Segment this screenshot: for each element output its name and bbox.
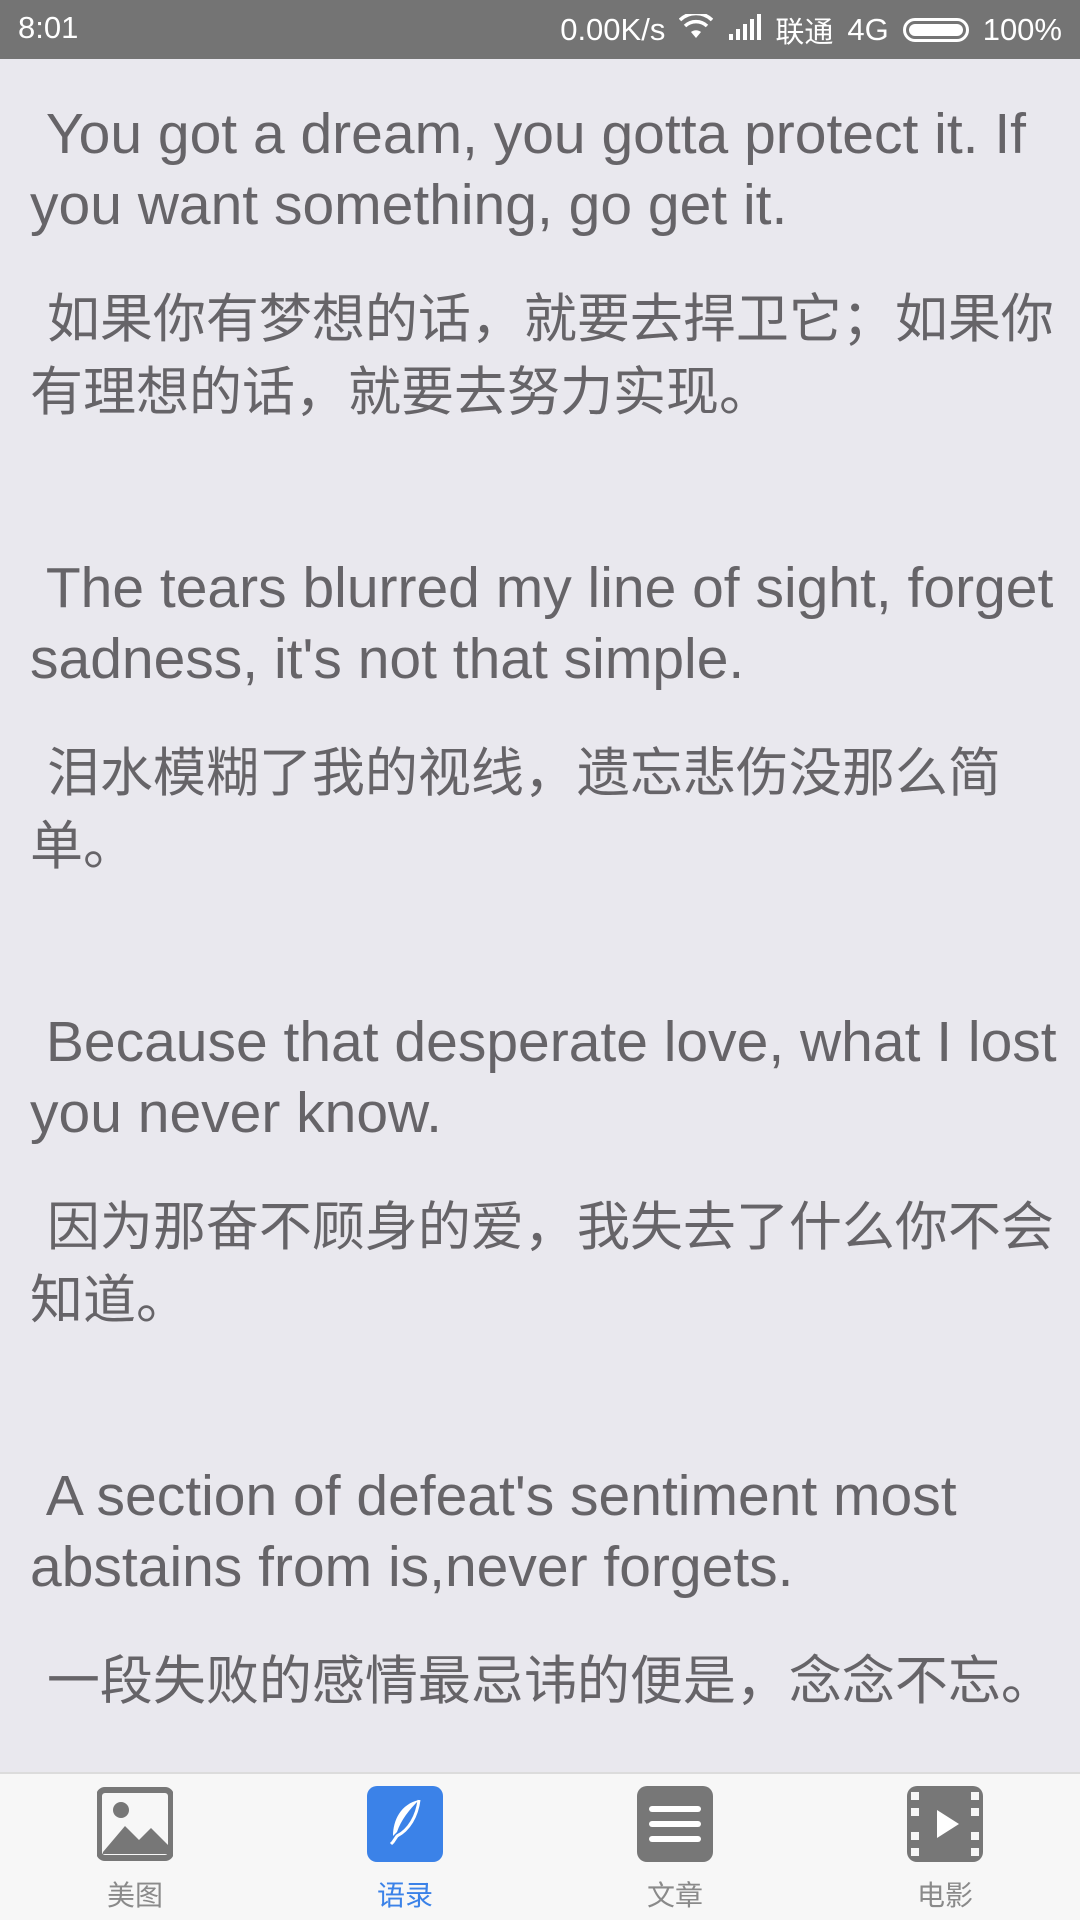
network-speed: 0.00K/s <box>560 12 666 47</box>
quote-chinese: 如果你有梦想的话，就要去捍卫它；如果你有理想的话，就要去努力实现。 <box>30 289 1054 423</box>
tab-quotes[interactable]: 语录 <box>270 1774 540 1920</box>
film-icon <box>907 1786 983 1862</box>
tab-articles[interactable]: 文章 <box>540 1774 810 1920</box>
quote-item[interactable]: Because that desperate love, what I lost… <box>30 1007 1060 1337</box>
article-icon <box>637 1786 713 1862</box>
quote-english: A section of defeat's sentiment most abs… <box>30 1464 973 1599</box>
quote-english: The tears blurred my line of sight, forg… <box>30 556 1070 691</box>
quote-item[interactable]: The tears blurred my line of sight, forg… <box>30 553 1060 883</box>
status-bar: 8:01 0.00K/s 联通 4G 100% <box>0 0 1080 59</box>
tab-pictures[interactable]: 美图 <box>0 1774 270 1920</box>
quote-chinese: 因为那奋不顾身的爱，我失去了什么你不会知道。 <box>30 1197 1054 1331</box>
quote-chinese: 泪水模糊了我的视线，遗忘悲伤没那么简单。 <box>30 743 1001 877</box>
tab-label: 美图 <box>106 1879 163 1912</box>
tab-label: 电影 <box>916 1879 973 1912</box>
quote-list[interactable]: You got a dream, you gotta protect it. I… <box>0 59 1080 1772</box>
carrier-name: 联通 <box>775 15 834 49</box>
bottom-navigation: 美图 语录 文章 电影 <box>0 1772 1080 1920</box>
tab-label: 文章 <box>646 1879 703 1912</box>
signal-icon <box>727 12 762 48</box>
tab-movies[interactable]: 电影 <box>810 1774 1080 1920</box>
picture-icon <box>96 1786 174 1862</box>
battery-icon <box>902 18 969 42</box>
tab-label: 语录 <box>376 1879 433 1912</box>
network-type: 4G <box>847 12 889 47</box>
wifi-icon <box>679 11 714 48</box>
quote-item[interactable]: You got a dream, you gotta protect it. I… <box>30 99 1060 429</box>
quote-chinese: 一段失败的感情最忌讳的便是，念念不忘。 <box>30 1651 1054 1712</box>
status-time: 8:01 <box>18 10 79 45</box>
status-right: 0.00K/s 联通 4G 100% <box>560 10 1062 50</box>
quote-english: You got a dream, you gotta protect it. I… <box>30 102 1042 237</box>
quote-item[interactable]: A section of defeat's sentiment most abs… <box>30 1461 1060 1718</box>
battery-percent: 100% <box>982 12 1062 47</box>
feather-icon <box>367 1786 443 1862</box>
quote-english: Because that desperate love, what I lost… <box>30 1010 1073 1145</box>
